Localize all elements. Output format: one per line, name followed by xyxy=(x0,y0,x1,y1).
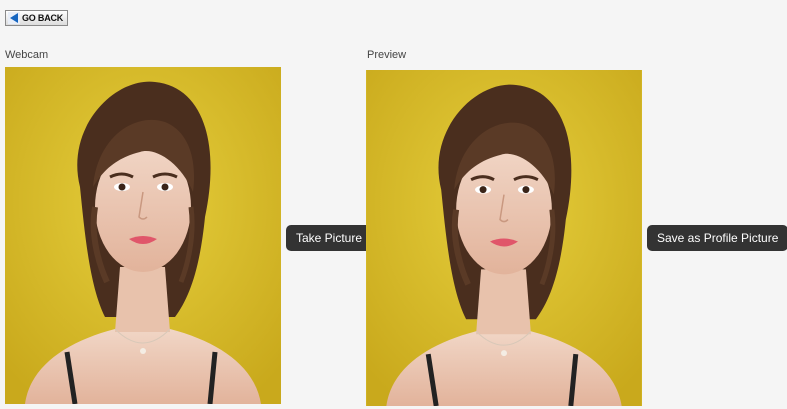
preview-label: Preview xyxy=(367,49,407,61)
save-as-profile-picture-button[interactable]: Save as Profile Picture xyxy=(647,225,787,251)
arrow-left-icon xyxy=(8,12,20,24)
preview-portrait-image xyxy=(366,70,642,406)
take-picture-button[interactable]: Take Picture xyxy=(286,225,373,251)
webcam-label: Webcam xyxy=(5,49,49,61)
webcam-portrait-image xyxy=(5,67,281,404)
go-back-button[interactable]: GO BACK xyxy=(5,10,69,26)
webcam-capture-page: GO BACK Webcam Take Picture Preview Save… xyxy=(0,0,787,409)
webcam-feed xyxy=(5,67,281,404)
preview-image-frame xyxy=(366,70,642,406)
go-back-label: GO BACK xyxy=(22,13,64,23)
